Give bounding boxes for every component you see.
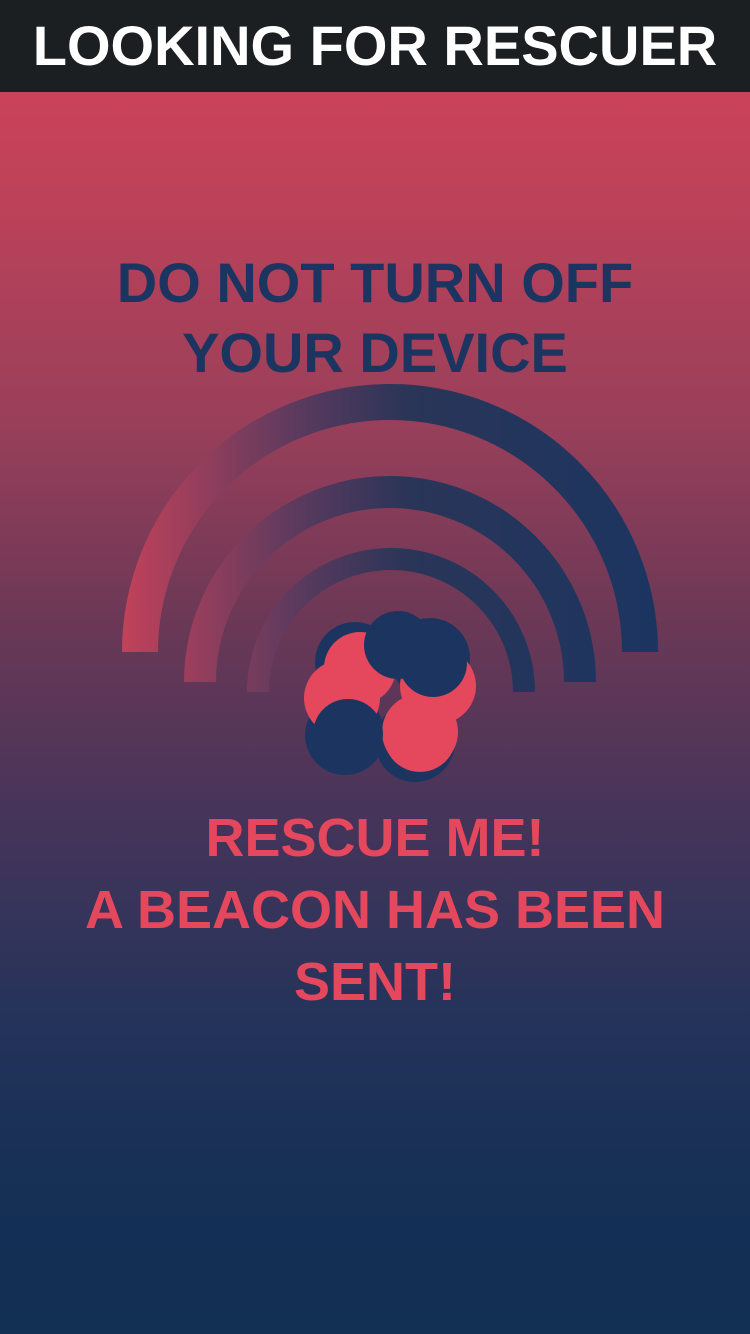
page-title: LOOKING FOR RESCUER bbox=[32, 14, 718, 77]
signal-waves-icon bbox=[122, 384, 658, 782]
warning-line-2: YOUR DEVICE bbox=[182, 321, 568, 384]
warning-message: DO NOT TURN OFF YOUR DEVICE bbox=[0, 248, 750, 388]
status-line-1: RESCUE ME! bbox=[205, 808, 545, 868]
status-message: RESCUE ME! A BEACON HAS BEEN SENT! bbox=[0, 802, 750, 1018]
status-line-2: A BEACON HAS BEEN bbox=[84, 880, 666, 940]
warning-line-1: DO NOT TURN OFF bbox=[116, 251, 634, 314]
status-line-3: SENT! bbox=[294, 952, 456, 1012]
beacon-logo-icon bbox=[304, 611, 476, 782]
header-bar: LOOKING FOR RESCUER bbox=[0, 0, 750, 92]
